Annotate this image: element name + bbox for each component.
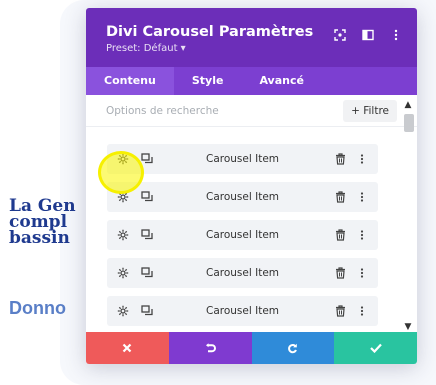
- focus-icon[interactable]: [333, 28, 347, 42]
- list-item[interactable]: Carousel Item: [107, 220, 378, 250]
- duplicate-icon[interactable]: [141, 191, 153, 203]
- redo-button[interactable]: [251, 332, 335, 364]
- more-vertical-icon[interactable]: [356, 191, 368, 203]
- save-button[interactable]: [334, 332, 417, 364]
- duplicate-icon[interactable]: [141, 267, 153, 279]
- trash-icon[interactable]: [334, 305, 346, 317]
- modal-header: Divi Carousel Paramètres Preset: Défaut …: [86, 8, 417, 67]
- split-view-icon[interactable]: [361, 28, 375, 42]
- page-heading: La Gen compl bassin: [9, 196, 76, 248]
- more-vertical-icon[interactable]: [356, 229, 368, 241]
- tab-contenu[interactable]: Contenu: [86, 67, 174, 95]
- close-icon: [123, 343, 132, 353]
- cancel-button[interactable]: [86, 332, 169, 364]
- trash-icon[interactable]: [334, 267, 346, 279]
- annotation-highlight: [98, 151, 144, 194]
- preset-selector[interactable]: Preset: Défaut ▾: [106, 43, 397, 54]
- undo-icon: [205, 342, 216, 352]
- trash-icon[interactable]: [334, 229, 346, 241]
- list-item[interactable]: Carousel Item: [107, 182, 378, 212]
- scroll-up-icon[interactable]: ▲: [402, 100, 414, 110]
- tab-style[interactable]: Style: [174, 67, 242, 95]
- list-item[interactable]: Carousel Item: [107, 144, 378, 174]
- scrollbar[interactable]: ▲ ▼: [402, 100, 414, 332]
- page-subheading: Donno: [9, 298, 66, 318]
- undo-button[interactable]: [168, 332, 252, 364]
- more-vertical-icon[interactable]: [356, 267, 368, 279]
- duplicate-icon[interactable]: [141, 229, 153, 241]
- list-item[interactable]: Carousel Item: [107, 258, 378, 288]
- duplicate-icon[interactable]: [141, 153, 153, 165]
- search-input[interactable]: [106, 104, 344, 117]
- gear-icon[interactable]: [117, 305, 129, 317]
- search-row: + Filtre: [86, 95, 417, 127]
- more-vertical-icon[interactable]: [389, 28, 403, 42]
- filter-button[interactable]: + Filtre: [343, 99, 397, 122]
- gear-icon[interactable]: [117, 267, 129, 279]
- tab-avance[interactable]: Avancé: [241, 67, 322, 95]
- trash-icon[interactable]: [334, 153, 346, 165]
- list-item[interactable]: Carousel Item: [107, 296, 378, 326]
- more-vertical-icon[interactable]: [356, 153, 368, 165]
- duplicate-icon[interactable]: [141, 305, 153, 317]
- trash-icon[interactable]: [334, 191, 346, 203]
- redo-icon: [288, 343, 298, 353]
- more-vertical-icon[interactable]: [356, 305, 368, 317]
- gear-icon[interactable]: [117, 229, 129, 241]
- tab-bar: Contenu Style Avancé: [86, 67, 417, 95]
- modal-footer: [86, 332, 417, 364]
- scroll-thumb[interactable]: [404, 114, 414, 132]
- scroll-down-icon[interactable]: ▼: [402, 322, 414, 332]
- check-icon: [369, 343, 382, 353]
